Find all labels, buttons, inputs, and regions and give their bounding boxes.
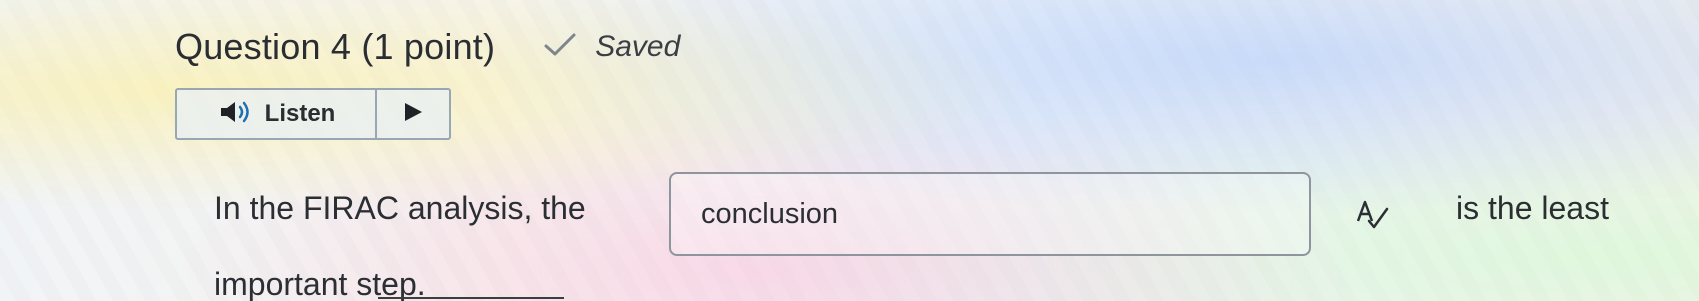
prompt-text-after: is the least (1456, 190, 1609, 226)
speaker-icon (217, 98, 265, 131)
saved-status: Saved (543, 30, 680, 64)
prompt-text-line2: important step. (214, 266, 426, 301)
question-title: Question 4 (1 point) (175, 26, 496, 67)
fill-in-blank-input[interactable] (669, 172, 1311, 256)
prompt-text-before: In the FIRAC analysis, the (214, 190, 586, 226)
checkmark-icon (543, 32, 577, 63)
spellcheck-icon[interactable] (1355, 197, 1389, 231)
play-button[interactable] (377, 90, 449, 138)
listen-button[interactable]: Listen (177, 90, 377, 138)
listen-label: Listen (264, 100, 336, 127)
question-header: Question 4 (1 point) Saved (175, 22, 680, 72)
play-icon (402, 101, 424, 128)
saved-text: Saved (595, 30, 681, 63)
listen-widget: Listen (175, 88, 451, 140)
underline-divider (378, 297, 564, 299)
